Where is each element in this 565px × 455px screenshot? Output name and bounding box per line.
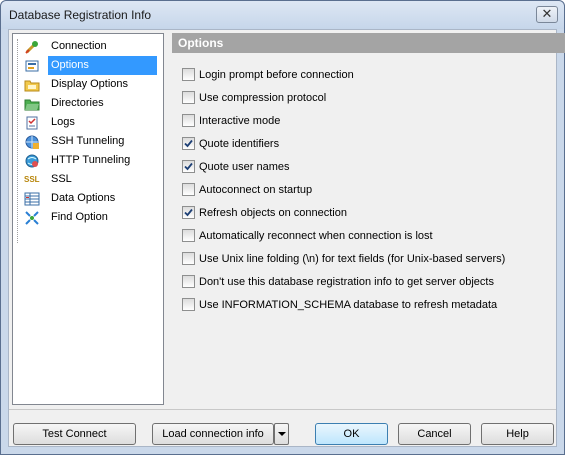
chevron-down-icon <box>278 432 286 436</box>
tree-item-label: SSH Tunneling <box>51 135 125 147</box>
navigation-tree[interactable]: Connection Options Display Options Direc… <box>12 33 164 405</box>
checkbox[interactable] <box>182 252 195 265</box>
ssh-tunneling-icon <box>25 135 39 149</box>
option-label: Quote identifiers <box>199 138 280 150</box>
option-label: Use Unix line folding (\n) for text fiel… <box>199 253 506 265</box>
title-bar[interactable]: Database Registration Info ✕ <box>1 1 564 29</box>
options-panel: Options Login prompt before connection Us… <box>172 33 565 405</box>
load-connection-info-button[interactable]: Load connection info <box>152 423 274 445</box>
option-label: Quote user names <box>199 161 290 173</box>
tree-item-label: Directories <box>51 97 104 109</box>
tree-item-label: HTTP Tunneling <box>51 154 131 166</box>
directories-icon <box>24 99 40 111</box>
tree-item-label: Connection <box>51 40 107 52</box>
ok-button[interactable]: OK <box>315 423 388 445</box>
display-options-icon <box>24 80 40 92</box>
options-icon <box>25 60 39 72</box>
help-button[interactable]: Help <box>481 423 554 445</box>
dialog-window: Database Registration Info ✕ Connection … <box>0 0 565 455</box>
option-label: Autoconnect on startup <box>199 184 313 196</box>
tree-item-label: Logs <box>51 116 75 128</box>
panel-title: Options <box>172 33 565 53</box>
checkmark-icon <box>184 162 193 171</box>
connection-icon <box>25 41 38 54</box>
checkbox[interactable] <box>182 298 195 311</box>
checkbox[interactable] <box>182 68 195 81</box>
checkbox[interactable] <box>182 275 195 288</box>
checkbox[interactable] <box>182 91 195 104</box>
data-options-icon <box>24 192 40 206</box>
cancel-button[interactable]: Cancel <box>398 423 471 445</box>
option-label: Use compression protocol <box>199 92 327 104</box>
checkbox[interactable] <box>182 183 195 196</box>
http-tunneling-icon <box>25 154 39 168</box>
tree-item-label: Find Option <box>51 211 108 223</box>
option-label: Automatically reconnect when connection … <box>199 230 433 242</box>
logs-icon <box>26 116 38 130</box>
checkmark-icon <box>184 139 193 148</box>
option-label: Refresh objects on connection <box>199 207 347 219</box>
tree-connector-line <box>17 39 18 243</box>
option-label: Interactive mode <box>199 115 281 127</box>
checkmark-icon <box>184 208 193 217</box>
close-button[interactable]: ✕ <box>536 6 558 23</box>
tree-item-label: Display Options <box>51 78 129 90</box>
tree-item-label: Options <box>48 56 157 75</box>
button-bar: Test Connect Load connection info OK Can… <box>9 409 556 447</box>
ssl-icon: SSL <box>24 175 40 184</box>
tree-item-label: Data Options <box>51 192 116 204</box>
tree-item-label: SSL <box>51 173 72 185</box>
checkbox-checked[interactable] <box>182 137 195 150</box>
option-label: Login prompt before connection <box>199 69 354 81</box>
find-option-icon <box>25 211 39 225</box>
close-icon: ✕ <box>541 6 553 21</box>
option-label: Don't use this database registration inf… <box>199 276 494 288</box>
checkbox-checked[interactable] <box>182 206 195 219</box>
checkbox[interactable] <box>182 114 195 127</box>
checkbox[interactable] <box>182 229 195 242</box>
option-label: Use INFORMATION_SCHEMA database to refre… <box>199 299 498 311</box>
window-title: Database Registration Info <box>9 8 152 22</box>
checkbox-checked[interactable] <box>182 160 195 173</box>
dialog-client-area: Connection Options Display Options Direc… <box>8 29 565 447</box>
load-connection-info-dropdown[interactable] <box>274 423 289 445</box>
test-connect-button[interactable]: Test Connect <box>13 423 136 445</box>
